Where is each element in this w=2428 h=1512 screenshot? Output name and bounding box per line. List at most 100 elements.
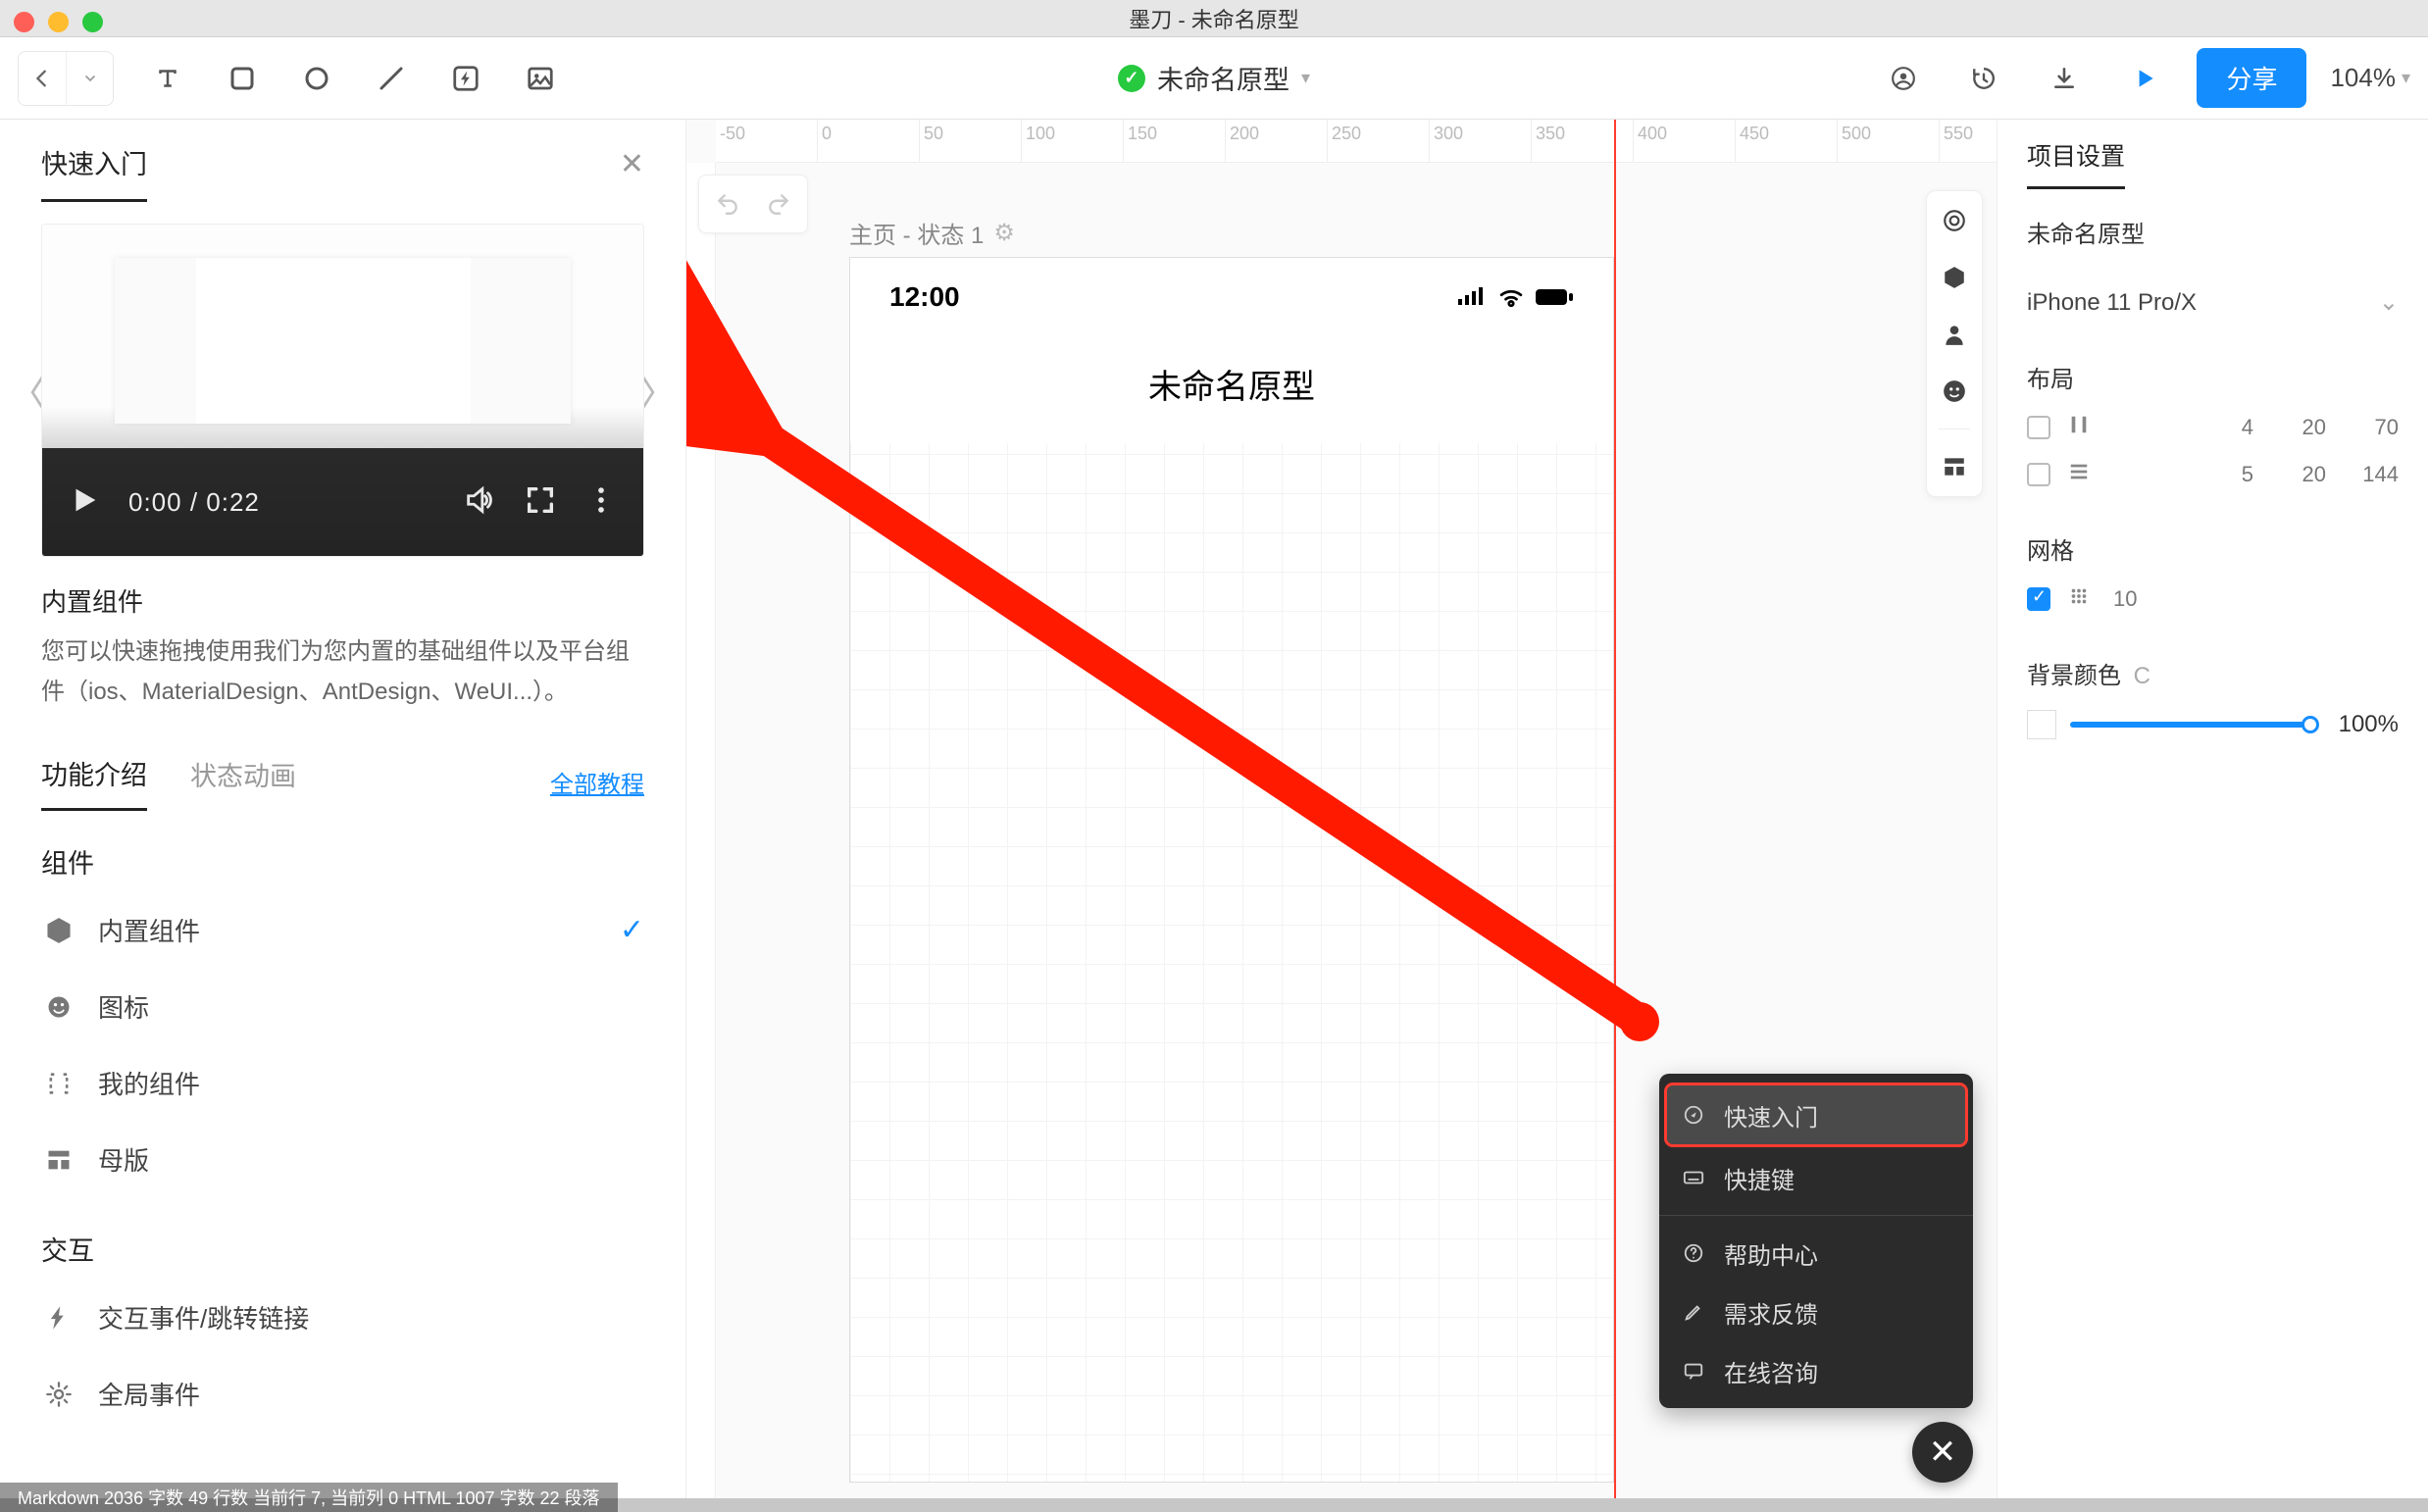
compass-icon	[1681, 1104, 1706, 1126]
guideline[interactable]	[1614, 120, 1616, 1498]
zoom-window-icon[interactable]	[82, 12, 103, 32]
ruler-tick: 50	[920, 120, 1022, 162]
image-tool-button[interactable]	[512, 50, 569, 107]
history-icon[interactable]	[1955, 50, 2012, 107]
list-item-global-event[interactable]: 全局事件	[29, 1356, 656, 1433]
checkbox-checked[interactable]	[2027, 587, 2050, 611]
close-icon[interactable]: ✕	[620, 147, 644, 199]
video-next-button[interactable]: 〉	[638, 362, 678, 419]
vertical-ruler	[686, 163, 716, 1498]
list-item-link-event[interactable]: 交互事件/跳转链接	[29, 1280, 656, 1356]
chevron-down-icon: ⌄	[2379, 288, 2399, 317]
help-item-quickstart[interactable]: 快速入门	[1667, 1085, 1965, 1144]
smile-icon	[41, 993, 76, 1021]
battery-icon	[1535, 286, 1574, 308]
layout-icon	[41, 1146, 76, 1174]
ruler-tick: 250	[1328, 120, 1430, 162]
feature-title: 内置组件	[41, 582, 644, 619]
more-icon[interactable]	[584, 483, 618, 522]
text-tool-button[interactable]	[139, 50, 196, 107]
rectangle-tool-button[interactable]	[214, 50, 271, 107]
checkbox[interactable]	[2027, 416, 2050, 439]
check-icon: ✓	[620, 913, 644, 947]
help-item-label: 需求反馈	[1724, 1295, 1818, 1330]
minimize-window-icon[interactable]	[48, 12, 69, 32]
list-item-icons[interactable]: 图标	[29, 969, 656, 1045]
back-menu-button[interactable]	[66, 52, 113, 105]
all-tutorials-link[interactable]: 全部教程	[550, 765, 644, 799]
value: 70	[2344, 415, 2399, 440]
tab-state-animation[interactable]: 状态动画	[190, 755, 296, 809]
rows-icon	[2068, 461, 2090, 488]
value: 20	[2271, 462, 2326, 487]
value: 10	[2113, 586, 2168, 612]
list-item-label: 母版	[98, 1141, 149, 1178]
ruler-tick: 550	[1940, 120, 1997, 162]
list-item-label: 我的组件	[98, 1065, 200, 1101]
value: 5	[2199, 462, 2253, 487]
list-item-label: 图标	[98, 988, 149, 1025]
cube-icon[interactable]	[1935, 258, 1974, 297]
device-frame[interactable]: 12:00 未命名原型	[849, 257, 1614, 1483]
help-item-feedback[interactable]: 需求反馈	[1659, 1283, 1973, 1341]
grid-row[interactable]: 10	[2027, 585, 2399, 613]
list-item-my-components[interactable]: 我的组件	[29, 1045, 656, 1122]
canvas-tools-column	[1926, 190, 1983, 497]
video-play-icon[interactable]	[68, 483, 101, 522]
rpanel-tab-project-settings[interactable]: 项目设置	[2027, 137, 2125, 189]
opacity-slider[interactable]	[2070, 722, 2311, 728]
help-item-label: 快捷键	[1724, 1161, 1795, 1195]
layout-row-columns[interactable]: 4 20 70	[2027, 414, 2399, 441]
chat-icon	[1681, 1360, 1706, 1382]
value: 20	[2271, 415, 2326, 440]
target-icon[interactable]	[1935, 201, 1974, 240]
keyboard-icon	[1681, 1167, 1706, 1188]
tutorial-video[interactable]: 0:00 / 0:22	[41, 224, 644, 557]
back-button[interactable]	[19, 52, 66, 105]
undo-button[interactable]	[705, 181, 750, 227]
list-item-master[interactable]: 母版	[29, 1122, 656, 1198]
value: 144	[2344, 462, 2399, 487]
ruler-tick: 350	[1532, 120, 1634, 162]
list-item-builtin[interactable]: 内置组件 ✓	[29, 892, 656, 969]
smile-icon[interactable]	[1935, 372, 1974, 411]
account-icon[interactable]	[1875, 50, 1932, 107]
play-button[interactable]	[2116, 50, 2173, 107]
fullscreen-icon[interactable]	[524, 483, 557, 522]
person-icon[interactable]	[1935, 315, 1974, 354]
undo-redo-group	[698, 175, 808, 233]
tab-feature-intro[interactable]: 功能介绍	[41, 754, 147, 811]
layout-icon[interactable]	[1935, 447, 1974, 486]
canvas-area[interactable]: -50050100150200250300350400450500550 主页 …	[686, 120, 1997, 1498]
close-window-icon[interactable]	[14, 12, 34, 32]
project-title-area[interactable]: ✓ 未命名原型 ▾	[1118, 59, 1310, 97]
page-state-label[interactable]: 主页 - 状态 1 ⚙	[849, 216, 1015, 250]
checkbox[interactable]	[2027, 463, 2050, 486]
layout-row-rows[interactable]: 5 20 144	[2027, 461, 2399, 488]
zoom-level[interactable]: 104%▾	[2330, 63, 2410, 93]
help-fab-close[interactable]: ✕	[1912, 1422, 1973, 1483]
project-name: 未命名原型	[1157, 59, 1290, 97]
color-swatch[interactable]	[2027, 710, 2056, 739]
share-button[interactable]: 分享	[2197, 48, 2306, 108]
rpanel-device-selector[interactable]: iPhone 11 Pro/X ⌄	[2027, 288, 2399, 317]
ruler-tick: 150	[1124, 120, 1226, 162]
ruler-tick: 500	[1838, 120, 1940, 162]
chevron-down-icon: ▾	[1301, 68, 1310, 88]
help-item-chat[interactable]: 在线咨询	[1659, 1341, 1973, 1400]
volume-icon[interactable]	[463, 483, 496, 522]
bgcolor-row[interactable]: 100%	[2027, 710, 2399, 739]
bolt-tool-button[interactable]	[437, 50, 494, 107]
rpanel-bgcolor-heading: 背景颜色 C	[2027, 656, 2399, 690]
circle-tool-button[interactable]	[288, 50, 345, 107]
download-icon[interactable]	[2036, 50, 2093, 107]
help-item-shortcuts[interactable]: 快捷键	[1659, 1148, 1973, 1207]
list-item-label: 交互事件/跳转链接	[98, 1299, 309, 1336]
line-tool-button[interactable]	[363, 50, 420, 107]
device-time: 12:00	[889, 281, 960, 313]
video-time: 0:00 / 0:22	[128, 487, 260, 518]
rpanel-project-name[interactable]: 未命名原型	[2027, 215, 2399, 249]
help-item-helpcenter[interactable]: 帮助中心	[1659, 1224, 1973, 1283]
gear-icon[interactable]: ⚙	[993, 219, 1015, 247]
redo-button[interactable]	[756, 181, 801, 227]
